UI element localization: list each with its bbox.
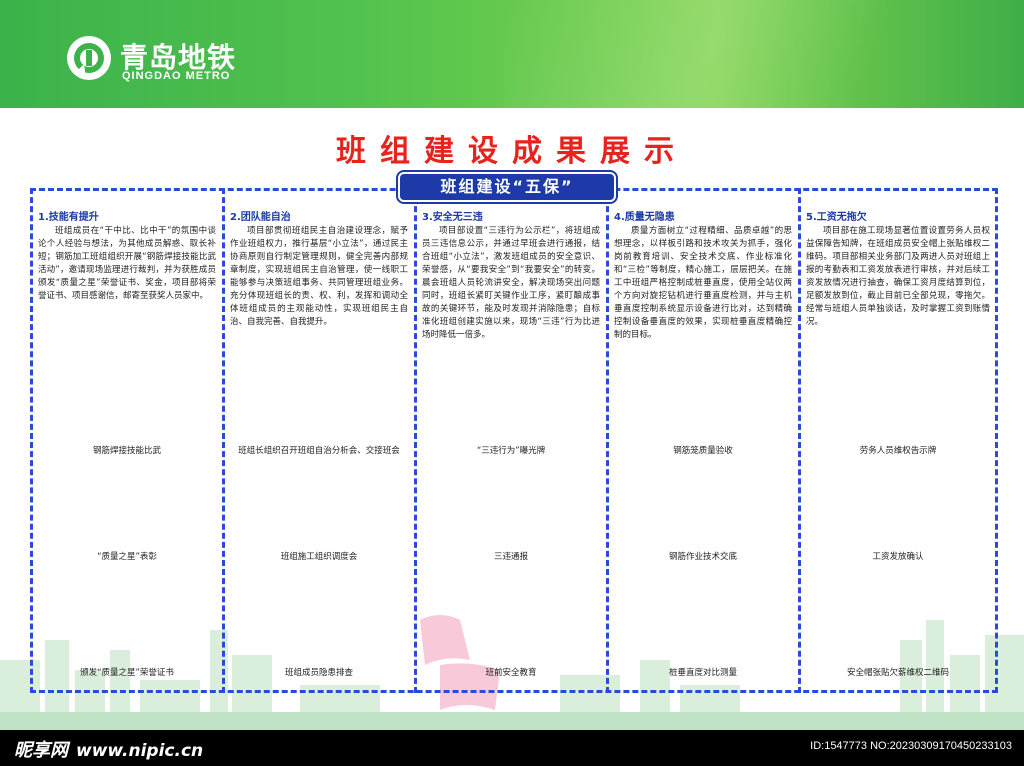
column-divider [222,188,225,693]
column-heading: 1.技能有提升 [38,212,99,223]
photo-caption: 劳务人员维权告示牌 [859,446,937,456]
photo-caption: 班组长组织召开班组自治分析会、交接班会 [238,446,400,456]
watermark-url: www.nipic.cn [76,741,204,761]
photo-caption: 桩垂直度对比测量 [668,668,737,678]
column-wages: 5.工资无拖欠 项目部在施工现场显著位置设置劳务人员权益保障告知牌，在班组成员安… [806,208,990,688]
photo-caption: 工资发放确认 [872,552,924,562]
column-body: 项目部贯彻班组民主自治建设理念，赋予作业班组权力，推行基层“小立法”，通过民主协… [230,226,408,327]
brand-logo: 青岛地铁 QINGDAO METRO [64,34,284,90]
column-team: 2.团队能自治 项目部贯彻班组民主自治建设理念，赋予作业班组权力，推行基层“小立… [230,208,408,688]
column-heading: 3.安全无三违 [422,212,483,223]
photo-caption: 三违通报 [493,552,528,562]
watermark-id: ID:1547773 NO:20230309170450233103 [810,740,1012,752]
photo-caption: 钢筋焊接技能比武 [92,446,161,456]
column-body: 班组成员在“干中比、比中干”的氛围中谈论个人经验与想法，为其他成员解惑、取长补短… [38,226,216,301]
watermark-site-name: 昵享网 [14,740,68,761]
qingdao-metro-logo-icon [67,36,111,80]
column-heading: 4.质量无隐患 [614,212,675,223]
watermark-site: 昵享网 www.nipic.cn [14,736,203,762]
photo-caption: 颁发“质量之星”荣誉证书 [80,668,174,678]
header-sheen [504,0,1024,108]
column-skill: 1.技能有提升 班组成员在“干中比、比中干”的氛围中谈论个人经验与想法，为其他成… [38,208,216,688]
photo-caption: “质量之星”表彰 [97,552,157,562]
column-body: 项目部在施工现场显著位置设置劳务人员权益保障告知牌，在班组成员安全帽上张贴维权二… [806,226,990,327]
photo-caption: “三违行为”曝光牌 [476,446,546,456]
column-body: 项目部设置“三违行为公示栏”，将班组成员三违信息公示，并通过早班会进行通报，结合… [422,226,600,340]
column-divider [414,188,417,693]
photo-caption: 班前安全教育 [485,668,537,678]
photo-caption: 班组施工组织调度会 [280,552,358,562]
column-body: 质量方面树立“过程精细、品质卓越”的思想理念，以样板引路和技术攻关为抓手，强化岗… [614,226,792,340]
column-divider [606,188,609,693]
column-safety: 3.安全无三违 项目部设置“三违行为公示栏”，将班组成员三违信息公示，并通过早班… [422,208,600,688]
header-band: 青岛地铁 QINGDAO METRO [0,0,1024,108]
column-quality: 4.质量无隐患 质量方面树立“过程精细、品质卓越”的思想理念，以样板引路和技术攻… [614,208,792,688]
photo-caption: 钢筋作业技术交底 [668,552,737,562]
brand-name-en: QINGDAO METRO [122,70,231,82]
column-heading: 2.团队能自治 [230,212,291,223]
column-divider [798,188,801,693]
photo-caption: 班组成员隐患排查 [284,668,353,678]
column-heading: 5.工资无拖欠 [806,212,867,223]
photo-caption: 钢筋笼质量验收 [673,446,733,456]
section-banner: 班组建设“五保” [396,170,618,204]
page-title: 班组建设成果展示 [336,134,688,169]
photo-caption: 安全帽张贴欠薪维权二维码 [846,668,949,678]
watermark-bar: 昵享网 www.nipic.cn ID:1547773 NO:2023030917… [0,730,1024,766]
